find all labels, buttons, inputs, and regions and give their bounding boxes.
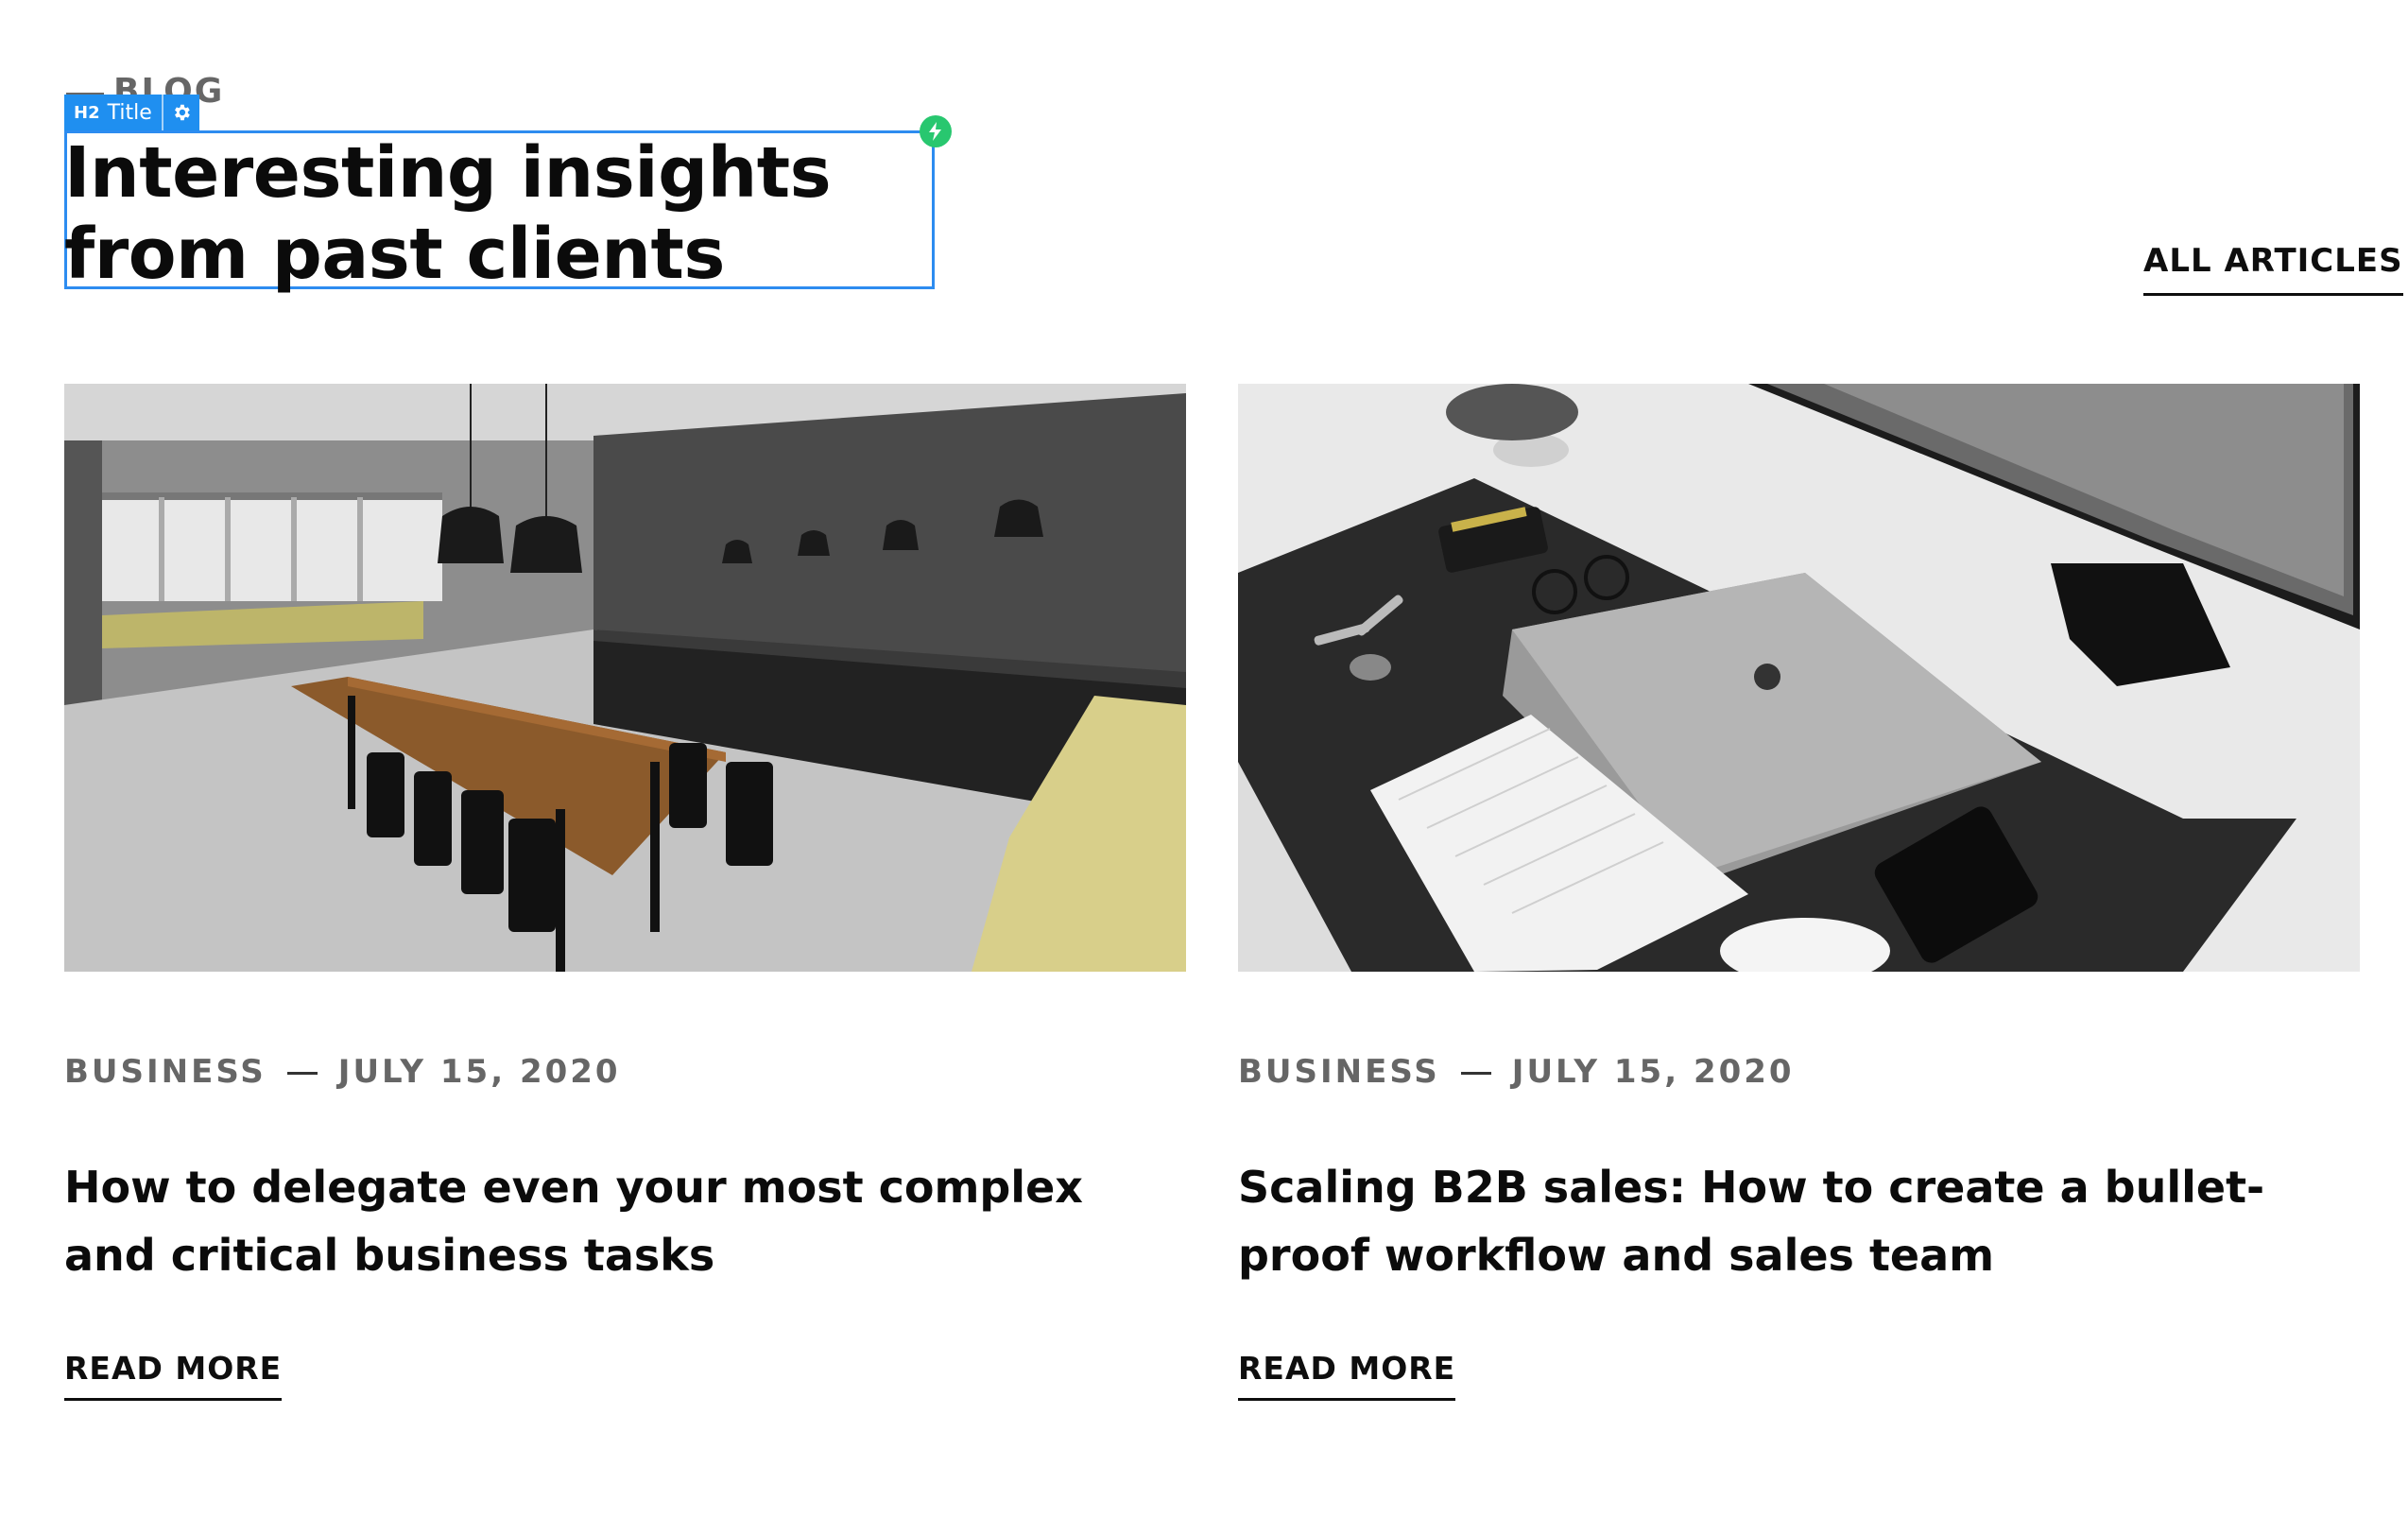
card-date: JULY 15, 2020 (1511, 1053, 1795, 1091)
card-image-kitchen[interactable] (64, 384, 1186, 972)
all-articles-link[interactable]: ALL ARTICLES (2143, 242, 2403, 296)
meta-separator (1460, 1072, 1491, 1075)
card-title[interactable]: How to delegate even your most complex a… (64, 1153, 1151, 1289)
card-image-desk[interactable] (1238, 384, 2360, 972)
section-title[interactable]: Interesting insights from past clients (64, 132, 934, 295)
heading-level-badge: H2 (74, 102, 100, 123)
editor-element-tag[interactable]: H2 Title (64, 95, 199, 130)
card-category[interactable]: BUSINESS (64, 1053, 267, 1091)
card-date: JULY 15, 2020 (337, 1053, 621, 1091)
editor-element-label: Title (107, 100, 152, 125)
card-category[interactable]: BUSINESS (1238, 1053, 1440, 1091)
meta-separator (286, 1072, 318, 1075)
card-meta: BUSINESS JULY 15, 2020 (1238, 1053, 1795, 1091)
read-more-link[interactable]: READ MORE (1238, 1350, 1456, 1401)
card-meta: BUSINESS JULY 15, 2020 (64, 1053, 621, 1091)
read-more-link[interactable]: READ MORE (64, 1350, 283, 1401)
gear-icon[interactable] (161, 95, 199, 130)
card-title[interactable]: Scaling B2B sales: How to create a bulle… (1238, 1153, 2325, 1289)
